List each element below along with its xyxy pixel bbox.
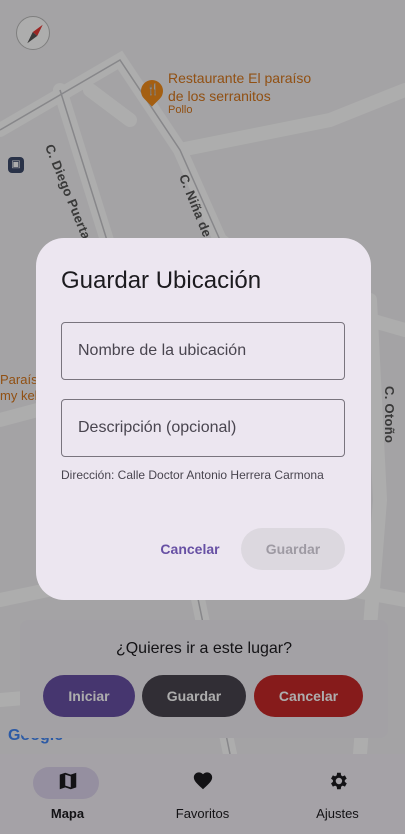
- location-name-field[interactable]: [61, 322, 345, 380]
- location-description-field[interactable]: [61, 399, 345, 457]
- dialog-save-button[interactable]: Guardar: [241, 528, 345, 570]
- dialog-title: Guardar Ubicación: [61, 267, 262, 294]
- location-description-input[interactable]: [62, 400, 344, 456]
- address-text: Dirección: Calle Doctor Antonio Herrera …: [61, 468, 324, 482]
- location-name-input[interactable]: [62, 323, 344, 379]
- save-location-dialog: Guardar Ubicación Dirección: Calle Docto…: [36, 238, 371, 600]
- dialog-cancel-button[interactable]: Cancelar: [154, 528, 226, 570]
